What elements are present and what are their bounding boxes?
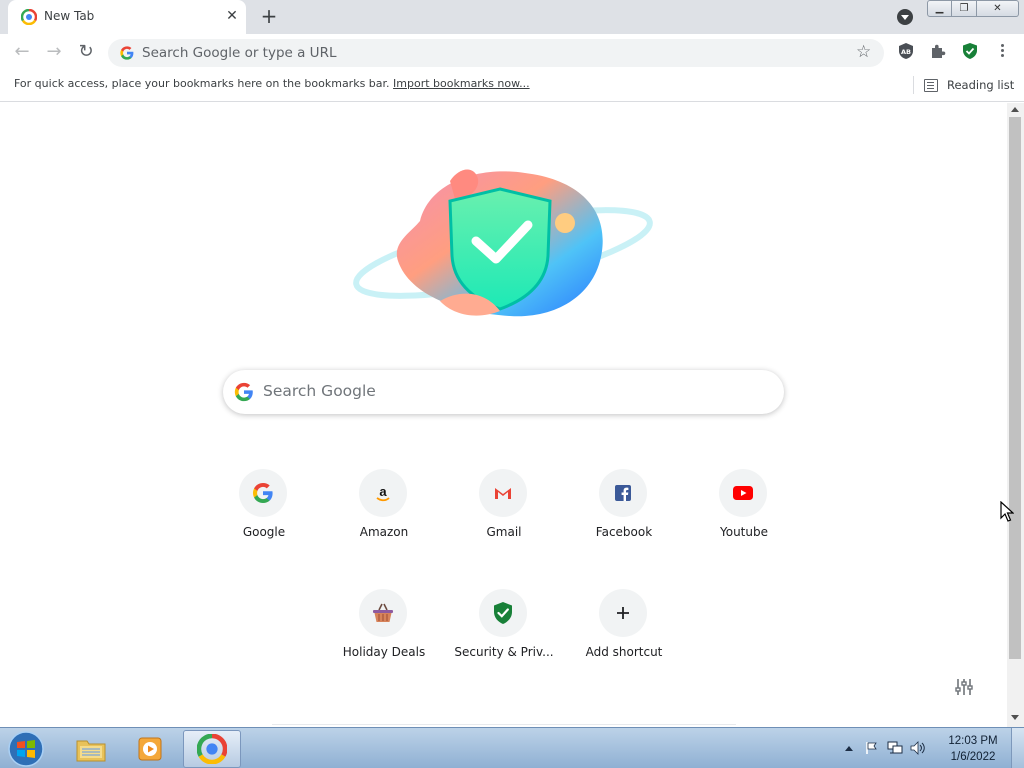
extensions-puzzle-icon[interactable] <box>929 42 947 60</box>
forward-arrow-icon[interactable]: → <box>43 41 65 63</box>
shortcut-gmail[interactable]: Gmail <box>448 457 560 557</box>
shortcut-label: Youtube <box>720 525 768 539</box>
basket-icon <box>373 603 393 622</box>
tab-title: New Tab <box>44 9 95 23</box>
system-tray <box>840 728 932 768</box>
volume-speaker-icon[interactable] <box>909 740 927 756</box>
shortcut-label: Google <box>242 525 286 539</box>
add-shortcut-button[interactable]: Add shortcut <box>568 577 680 677</box>
security-shield-illustration <box>353 169 653 317</box>
adblock-extension-icon[interactable]: AB <box>897 42 915 60</box>
taskbar-media-player[interactable] <box>122 730 180 768</box>
tab-new-tab[interactable]: New Tab ✕ <box>8 0 246 34</box>
bookmark-star-icon[interactable]: ☆ <box>856 42 871 62</box>
vertical-scrollbar[interactable] <box>1007 103 1024 727</box>
shortcut-youtube[interactable]: Youtube <box>688 457 800 557</box>
google-search-box[interactable]: Search Google <box>223 370 784 414</box>
shortcut-facebook[interactable]: Facebook <box>568 457 680 557</box>
network-icon[interactable] <box>886 740 904 756</box>
windows-start-icon[interactable] <box>6 730 46 768</box>
browser-logo-icon <box>197 734 227 764</box>
taskbar: 12:03 PM 1/6/2022 <box>0 727 1024 768</box>
youtube-icon <box>733 486 753 500</box>
bookmarks-divider <box>913 76 914 94</box>
reload-icon[interactable]: ↻ <box>75 41 97 63</box>
browser-window: New Tab ✕ + ▁ ❐ ✕ ← → ↻ Search Google or… <box>0 0 1024 768</box>
google-icon <box>253 483 273 503</box>
svg-text:AB: AB <box>901 48 911 56</box>
tab-search-icon[interactable] <box>897 9 913 25</box>
customize-sliders-icon[interactable] <box>954 677 974 697</box>
clock-date: 1/6/2022 <box>950 751 996 763</box>
back-arrow-icon[interactable]: ← <box>11 41 33 63</box>
media-player-icon <box>138 737 162 761</box>
bookmarks-bar: For quick access, place your bookmarks h… <box>0 70 1024 102</box>
window-controls: ▁ ❐ ✕ <box>927 0 1019 18</box>
folder-icon <box>76 740 106 762</box>
gmail-icon <box>495 488 511 499</box>
clock-time: 12:03 PM <box>948 735 998 747</box>
new-tab-page: Search Google Google a Amazon Gmail Face… <box>0 103 1007 727</box>
security-shield-extension-icon[interactable] <box>961 42 979 60</box>
shortcut-label: Gmail <box>486 525 522 539</box>
show-desktop-button[interactable] <box>1011 728 1024 768</box>
search-placeholder: Search Google <box>263 382 376 400</box>
tab-close-icon[interactable]: ✕ <box>224 8 240 24</box>
tab-strip: New Tab ✕ + ▁ ❐ ✕ <box>0 0 1024 34</box>
mouse-cursor-icon <box>1000 501 1014 522</box>
shortcut-icon-tile <box>479 469 527 517</box>
browser-menu-icon[interactable] <box>994 42 1010 62</box>
action-center-flag-icon[interactable] <box>863 740 881 756</box>
shortcut-icon-tile: a <box>359 469 407 517</box>
taskbar-browser[interactable] <box>183 730 241 768</box>
shortcut-icon-tile <box>719 469 767 517</box>
bookmarks-bar-message: For quick access, place your bookmarks h… <box>14 77 530 90</box>
minimize-button[interactable]: ▁ <box>927 0 952 17</box>
import-bookmarks-link[interactable]: Import bookmarks now... <box>393 77 530 90</box>
close-window-button[interactable]: ✕ <box>977 0 1019 17</box>
scroll-up-arrow-icon[interactable] <box>1011 107 1019 112</box>
shortcut-label: Add shortcut <box>585 645 663 659</box>
shortcut-icon-tile <box>239 469 287 517</box>
shortcut-amazon[interactable]: a Amazon <box>328 457 440 557</box>
taskbar-clock[interactable]: 12:03 PM 1/6/2022 <box>938 733 1008 765</box>
google-g-icon <box>234 382 253 402</box>
shortcut-google[interactable]: Google <box>208 457 320 557</box>
shortcut-holiday-deals[interactable]: Holiday Deals <box>328 577 440 677</box>
shortcut-icon-tile <box>599 589 647 637</box>
amazon-icon: a <box>376 484 390 502</box>
bookmarks-bar-hint: For quick access, place your bookmarks h… <box>14 77 390 90</box>
shortcut-icon-tile <box>359 589 407 637</box>
shortcut-label: Security & Priv... <box>454 645 554 659</box>
plus-icon <box>617 607 629 619</box>
svg-text:a: a <box>379 484 387 499</box>
toolbar: ← → ↻ Search Google or type a URL ☆ AB <box>0 34 1024 70</box>
show-hidden-icons-arrow-icon[interactable] <box>840 740 858 756</box>
browser-logo-icon <box>21 9 37 25</box>
bottom-divider <box>272 724 736 725</box>
scrollbar-thumb[interactable] <box>1009 117 1021 659</box>
address-bar-placeholder: Search Google or type a URL <box>142 45 337 61</box>
restore-button[interactable]: ❐ <box>952 0 977 17</box>
taskbar-file-explorer[interactable] <box>62 730 120 768</box>
shortcut-label: Facebook <box>595 525 653 539</box>
shield-check-icon <box>494 602 512 624</box>
shortcut-security-privacy[interactable]: Security & Priv... <box>448 577 560 677</box>
scroll-down-arrow-icon[interactable] <box>1011 715 1019 720</box>
shortcut-icon-tile <box>599 469 647 517</box>
address-bar[interactable]: Search Google or type a URL ☆ <box>108 39 884 67</box>
shortcut-label: Amazon <box>359 525 409 539</box>
reading-list-icon <box>924 78 938 92</box>
reading-list-button[interactable]: Reading list <box>924 76 1014 94</box>
shortcut-label: Holiday Deals <box>342 645 426 659</box>
shortcut-icon-tile <box>479 589 527 637</box>
google-g-icon <box>120 46 134 60</box>
new-tab-button[interactable]: + <box>258 6 280 28</box>
reading-list-label: Reading list <box>947 78 1015 92</box>
facebook-icon <box>615 485 631 501</box>
